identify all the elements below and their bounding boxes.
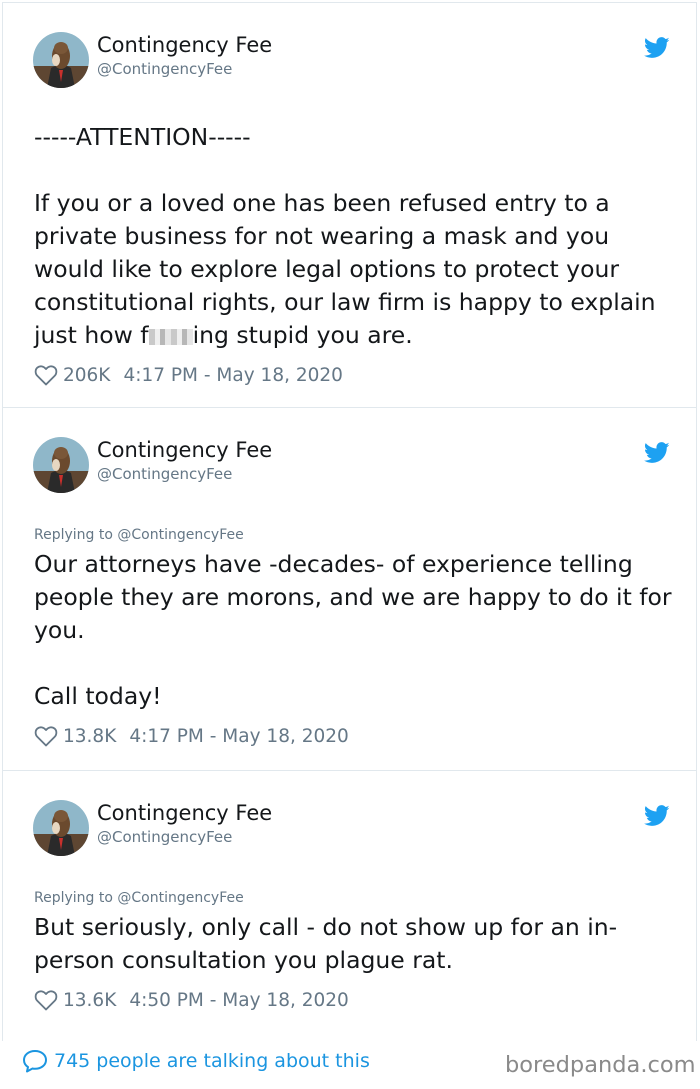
heart-icon[interactable] xyxy=(34,364,58,386)
user-handle[interactable]: @ContingencyFee xyxy=(97,60,232,78)
avatar[interactable] xyxy=(33,437,89,493)
tweet-text-part: ing stupid you are. xyxy=(192,321,413,349)
tweet-text: Our attorneys have -decades- of experien… xyxy=(34,550,672,710)
brand-watermark: boredpanda.com xyxy=(505,1052,696,1078)
like-count[interactable]: 13.8K xyxy=(63,726,116,747)
tweet-card: Contingency Fee @ContingencyFee -----ATT… xyxy=(2,2,697,408)
user-handle[interactable]: @ContingencyFee xyxy=(97,465,232,483)
heart-icon[interactable] xyxy=(34,989,58,1011)
tweet-meta: 13.6K 4:50 PM - May 18, 2020 xyxy=(34,989,349,1011)
tweet-text: -----ATTENTION----- If you or a loved on… xyxy=(34,121,684,352)
display-name[interactable]: Contingency Fee xyxy=(97,438,272,462)
tweet-meta: 206K 4:17 PM - May 18, 2020 xyxy=(34,364,343,386)
talking-about-link[interactable]: 745 people are talking about this xyxy=(22,1049,370,1073)
tweet-card: Contingency Fee @ContingencyFee Replying… xyxy=(2,770,697,1041)
like-count[interactable]: 13.6K xyxy=(63,990,116,1011)
like-count[interactable]: 206K xyxy=(63,365,110,386)
speech-bubble-icon xyxy=(23,1050,47,1073)
display-name[interactable]: Contingency Fee xyxy=(97,801,272,825)
censored-word xyxy=(148,328,193,345)
tweet-timestamp[interactable]: 4:17 PM - May 18, 2020 xyxy=(123,365,343,386)
tweet-timestamp[interactable]: 4:50 PM - May 18, 2020 xyxy=(129,990,349,1011)
tweet-text: But seriously, only call - do not show u… xyxy=(34,913,618,974)
avatar[interactable] xyxy=(33,32,89,88)
user-handle[interactable]: @ContingencyFee xyxy=(97,828,232,846)
twitter-bird-icon[interactable] xyxy=(644,442,670,464)
twitter-bird-icon[interactable] xyxy=(644,37,670,59)
avatar[interactable] xyxy=(33,800,89,856)
tweet-meta: 13.8K 4:17 PM - May 18, 2020 xyxy=(34,725,349,747)
tweet-text-part: -----ATTENTION----- If you or a loved on… xyxy=(34,123,656,349)
replying-to[interactable]: Replying to @ContingencyFee xyxy=(34,890,244,906)
talking-about-text[interactable]: 745 people are talking about this xyxy=(54,1050,370,1072)
replying-to[interactable]: Replying to @ContingencyFee xyxy=(34,527,244,543)
tweet-timestamp[interactable]: 4:17 PM - May 18, 2020 xyxy=(129,726,349,747)
heart-icon[interactable] xyxy=(34,725,58,747)
tweet-card: Contingency Fee @ContingencyFee Replying… xyxy=(2,407,697,771)
display-name[interactable]: Contingency Fee xyxy=(97,33,272,57)
twitter-bird-icon[interactable] xyxy=(644,805,670,827)
